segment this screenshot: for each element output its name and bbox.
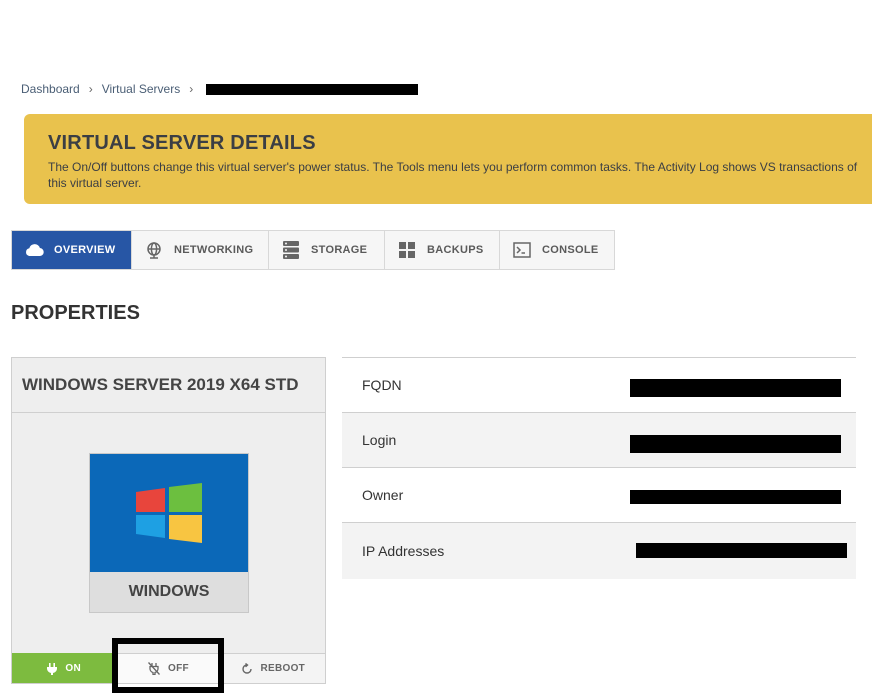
server-card: WINDOWS SERVER 2019 X64 STD WINDOWS ON O… [11, 357, 326, 684]
breadcrumb-dashboard-link[interactable]: Dashboard [21, 82, 80, 96]
banner-description: The On/Off buttons change this virtual s… [48, 160, 858, 190]
cloud-icon [24, 241, 44, 259]
breadcrumb-separator: › [189, 82, 194, 96]
breadcrumb: Dashboard › Virtual Servers › [21, 81, 419, 97]
globe-icon [144, 241, 164, 259]
tab-networking[interactable]: NETWORKING [132, 231, 269, 269]
info-banner: VIRTUAL SERVER DETAILS The On/Off button… [24, 114, 872, 204]
os-name-label: WINDOWS [128, 583, 210, 600]
tab-overview[interactable]: OVERVIEW [12, 231, 132, 269]
tab-storage-label: STORAGE [311, 244, 368, 256]
tab-backups-label: BACKUPS [427, 244, 484, 256]
reboot-icon [241, 662, 253, 675]
terminal-icon [512, 241, 532, 259]
reboot-button[interactable]: REBOOT [220, 653, 325, 683]
tab-bar: OVERVIEW NETWORKING STORAGE BACKUPS CONS… [11, 230, 615, 270]
redacted-value [630, 379, 841, 397]
tab-console-label: CONSOLE [542, 244, 599, 256]
tab-networking-label: NETWORKING [174, 244, 254, 256]
power-on-label: ON [65, 663, 81, 674]
breadcrumb-current-redacted [206, 83, 419, 95]
property-row-fqdn: FQDN [342, 358, 856, 413]
banner-title: VIRTUAL SERVER DETAILS [48, 132, 316, 154]
storage-icon [281, 241, 301, 259]
plug-icon [47, 662, 58, 675]
breadcrumb-separator: › [88, 82, 93, 96]
power-off-label: OFF [168, 663, 189, 674]
property-row-login: Login [342, 413, 856, 468]
redacted-value [630, 435, 841, 453]
grid-icon [397, 241, 417, 259]
tab-console[interactable]: CONSOLE [500, 231, 614, 269]
property-label: Owner [362, 487, 404, 503]
tab-storage[interactable]: STORAGE [269, 231, 385, 269]
tab-backups[interactable]: BACKUPS [385, 231, 500, 269]
reboot-label: REBOOT [260, 663, 306, 674]
os-tile: WINDOWS [89, 453, 249, 613]
properties-heading: PROPERTIES [11, 302, 140, 324]
property-label: FQDN [362, 377, 402, 393]
unplug-icon [148, 662, 161, 675]
property-label: Login [362, 432, 397, 448]
redacted-value [636, 543, 847, 558]
windows-logo-icon [90, 454, 248, 572]
property-row-owner: Owner [342, 468, 856, 523]
property-label: IP Addresses [362, 543, 445, 559]
power-controls: ON OFF REBOOT [12, 653, 325, 683]
redacted-value [630, 490, 841, 504]
property-row-ip-addresses: IP Addresses [342, 523, 856, 579]
tab-overview-label: OVERVIEW [54, 244, 116, 256]
properties-table: FQDN Login Owner IP Addresses [342, 357, 856, 579]
breadcrumb-virtual-servers-link[interactable]: Virtual Servers [102, 82, 180, 96]
server-card-title: WINDOWS SERVER 2019 X64 STD [12, 358, 325, 413]
power-on-button[interactable]: ON [12, 653, 117, 683]
power-off-button[interactable]: OFF [116, 653, 221, 683]
